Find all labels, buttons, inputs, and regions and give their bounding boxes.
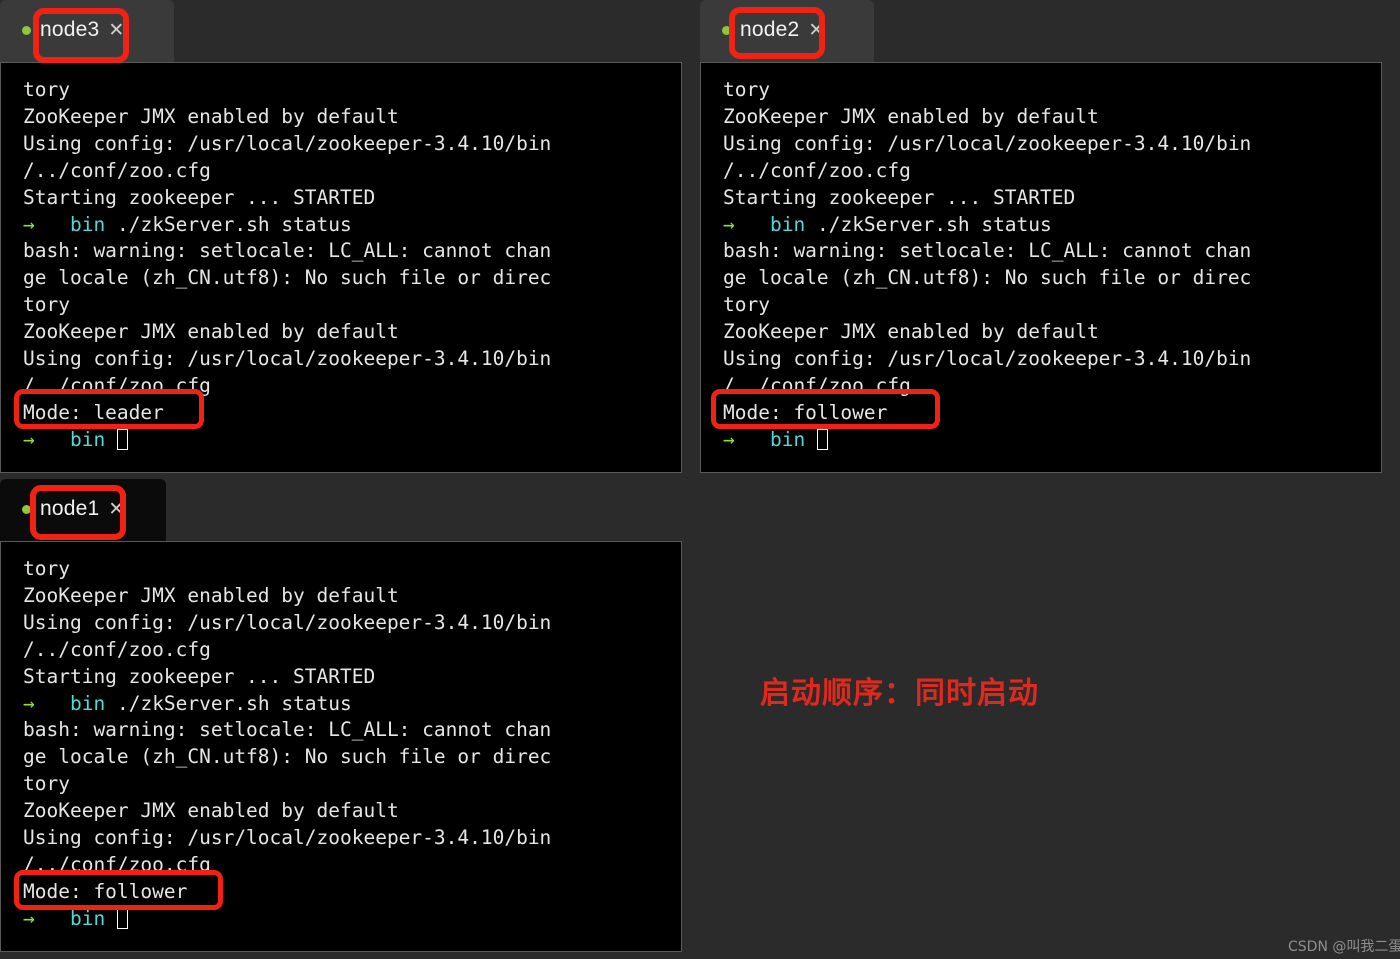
terminal-line: /../conf/zoo.cfg [23, 637, 211, 661]
terminal-prompt-line: → bin ./zkServer.sh status [723, 212, 1367, 239]
terminal-prompt-line: → bin ./zkServer.sh status [23, 691, 667, 718]
terminal-line: tory [23, 78, 70, 101]
prompt-command: ./zkServer.sh status [816, 212, 1052, 236]
prompt-command: ./zkServer.sh status [116, 212, 352, 236]
terminal-line: ZooKeeper JMX enabled by default [723, 320, 1099, 344]
terminal-line: /../conf/zoo.cfg [723, 373, 911, 397]
prompt-arrow-icon: → [23, 906, 35, 930]
prompt-arrow-icon: → [23, 212, 35, 236]
terminal-window-node3: node3 ✕ tory ZooKeeper JMX enabled by de… [0, 0, 682, 473]
terminal-line: tory [23, 557, 70, 580]
prompt-directory: bin [769, 212, 806, 236]
terminal-line: ge locale (zh_CN.utf8): No such file or … [23, 266, 552, 290]
prompt-arrow-icon: → [723, 427, 735, 451]
terminal-mode-line: Mode: leader [23, 400, 164, 424]
terminal-line: tory [723, 293, 770, 317]
terminal-window-node1: node1 ✕ tory ZooKeeper JMX enabled by de… [0, 479, 682, 952]
terminal-line: bash: warning: setlocale: LC_ALL: cannot… [23, 239, 552, 263]
terminal-line: ZooKeeper JMX enabled by default [723, 104, 1099, 128]
prompt-arrow-icon: → [723, 212, 735, 236]
prompt-arrow-icon: → [23, 691, 35, 715]
prompt-directory: bin [69, 691, 106, 715]
terminal-mode-line: Mode: follower [23, 879, 188, 903]
terminal-line: Starting zookeeper ... STARTED [23, 664, 376, 688]
terminal-line: ZooKeeper JMX enabled by default [23, 104, 399, 128]
terminal-line: tory [23, 772, 70, 796]
terminal-line: Starting zookeeper ... STARTED [723, 185, 1076, 209]
tab-node2[interactable]: node2 ✕ [718, 8, 832, 52]
text-cursor [116, 907, 128, 929]
terminal-line: /../conf/zoo.cfg [23, 373, 211, 397]
terminal-line: bash: warning: setlocale: LC_ALL: cannot… [723, 239, 1252, 263]
csdn-watermark: CSDN @叫我二蛋 [1288, 939, 1400, 955]
terminal-line: Starting zookeeper ... STARTED [23, 185, 376, 209]
terminal-line: tory [723, 78, 770, 101]
terminal-output-node3[interactable]: tory ZooKeeper JMX enabled by default Us… [0, 62, 682, 473]
prompt-directory: bin [69, 212, 106, 236]
terminal-mode-line: Mode: follower [723, 400, 888, 424]
terminal-prompt-line-active[interactable]: → bin [23, 427, 667, 454]
tab-status-dot-icon [22, 504, 31, 514]
terminal-line: /../conf/zoo.cfg [23, 852, 211, 876]
terminal-line: ge locale (zh_CN.utf8): No such file or … [723, 266, 1252, 290]
terminal-line: Using config: /usr/local/zookeeper-3.4.1… [723, 347, 1252, 371]
prompt-arrow-icon: → [23, 427, 35, 451]
close-icon[interactable]: ✕ [808, 21, 824, 40]
tab-node3[interactable]: node3 ✕ [18, 8, 132, 52]
tab-label: node1 [40, 497, 100, 520]
text-cursor [116, 428, 128, 450]
prompt-command: ./zkServer.sh status [116, 691, 352, 715]
terminal-line: ZooKeeper JMX enabled by default [23, 799, 399, 823]
terminal-line: /../conf/zoo.cfg [23, 158, 211, 182]
terminal-line: /../conf/zoo.cfg [723, 158, 911, 182]
terminal-line: Using config: /usr/local/zookeeper-3.4.1… [23, 826, 552, 850]
terminal-output-node1[interactable]: tory ZooKeeper JMX enabled by default Us… [0, 541, 682, 952]
terminal-window-node2: node2 ✕ tory ZooKeeper JMX enabled by de… [700, 0, 1382, 473]
tab-node1[interactable]: node1 ✕ [18, 487, 132, 531]
terminal-line: Using config: /usr/local/zookeeper-3.4.1… [23, 347, 552, 371]
startup-order-annotation: 启动顺序：同时启动 [760, 676, 1039, 711]
terminal-line: bash: warning: setlocale: LC_ALL: cannot… [23, 718, 552, 742]
screenshot-root: node3 ✕ tory ZooKeeper JMX enabled by de… [0, 0, 1400, 959]
tab-label: node3 [40, 18, 100, 41]
tabstrip-node2: node2 ✕ [700, 0, 874, 62]
terminal-line: ge locale (zh_CN.utf8): No such file or … [23, 745, 552, 769]
tab-status-dot-icon [22, 25, 31, 35]
terminal-line: Using config: /usr/local/zookeeper-3.4.1… [23, 610, 552, 634]
prompt-directory: bin [69, 906, 106, 930]
terminal-line: tory [23, 293, 70, 317]
terminal-line: Using config: /usr/local/zookeeper-3.4.1… [723, 131, 1252, 155]
prompt-directory: bin [769, 427, 806, 451]
terminal-prompt-line-active[interactable]: → bin [723, 427, 1367, 454]
tab-status-dot-icon [722, 25, 731, 35]
terminal-output-node2[interactable]: tory ZooKeeper JMX enabled by default Us… [700, 62, 1382, 473]
close-icon[interactable]: ✕ [108, 500, 124, 519]
prompt-directory: bin [69, 427, 106, 451]
terminal-line: ZooKeeper JMX enabled by default [23, 583, 399, 607]
terminal-line: Using config: /usr/local/zookeeper-3.4.1… [23, 131, 552, 155]
text-cursor [816, 428, 828, 450]
close-icon[interactable]: ✕ [108, 21, 124, 40]
terminal-prompt-line-active[interactable]: → bin [23, 906, 667, 933]
tab-label: node2 [740, 18, 800, 41]
tabstrip-node3: node3 ✕ [0, 0, 174, 62]
terminal-line: ZooKeeper JMX enabled by default [23, 320, 399, 344]
terminal-prompt-line: → bin ./zkServer.sh status [23, 212, 667, 239]
tabstrip-node1: node1 ✕ [0, 479, 166, 541]
